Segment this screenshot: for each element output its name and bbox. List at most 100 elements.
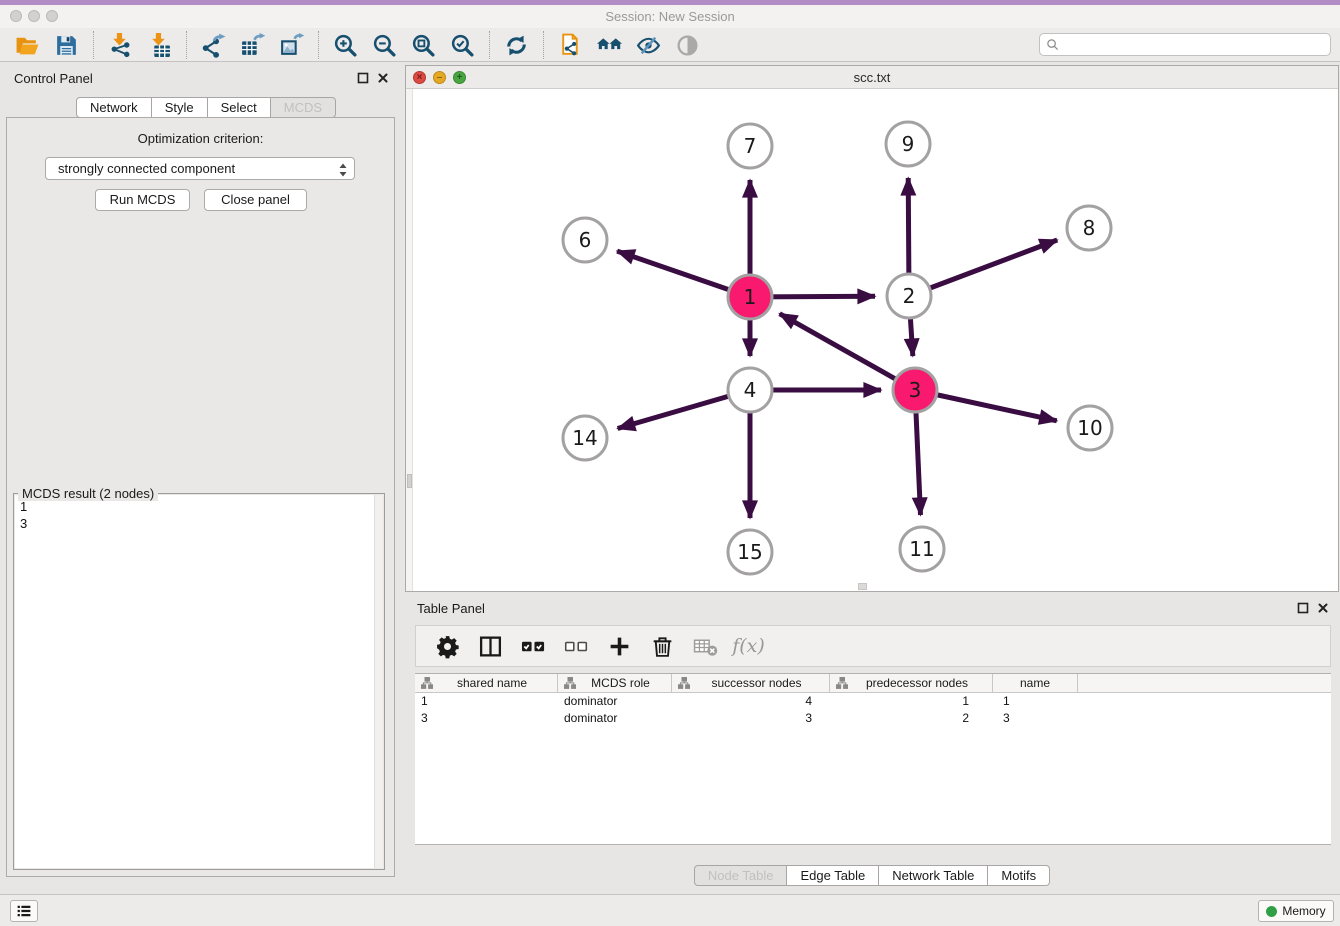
add-icon[interactable] [606, 633, 633, 660]
graph-node-11[interactable]: 11 [900, 527, 944, 571]
refresh-layout-icon[interactable] [503, 32, 530, 59]
close-panel-icon[interactable] [377, 72, 389, 84]
column-header-MCDS-role[interactable]: MCDS role [558, 674, 672, 692]
delete-icon[interactable] [649, 633, 676, 660]
edge-2-8[interactable] [909, 240, 1057, 296]
network-view-window: ×–+ scc.txt 7 9 6 8 1 2 4 3 14 10 15 11 [405, 65, 1339, 592]
graph-node-15[interactable]: 15 [728, 530, 772, 574]
svg-text:4: 4 [744, 378, 757, 402]
network-window-titlebar[interactable]: ×–+ scc.txt [406, 66, 1338, 89]
svg-text:9: 9 [902, 132, 915, 156]
tab-edge-table[interactable]: Edge Table [787, 865, 879, 886]
column-header-predecessor-nodes[interactable]: predecessor nodes [830, 674, 993, 692]
gear-icon[interactable] [434, 633, 461, 660]
zoom-in-icon[interactable] [332, 32, 359, 59]
toolbar-separator [318, 31, 319, 59]
list-icon [15, 902, 33, 920]
search-icon [1046, 38, 1059, 51]
mcds-panel: Optimization criterion: strongly connect… [6, 117, 395, 877]
close-panel-icon[interactable] [1317, 602, 1329, 614]
table-cell[interactable]: 3 [993, 710, 1078, 727]
status-bar: Memory [0, 894, 1340, 926]
search-input[interactable] [1059, 35, 1330, 54]
optimization-criterion-label: Optimization criterion: [7, 131, 394, 146]
graph-node-9[interactable]: 9 [886, 122, 930, 166]
hide-panel-icon[interactable] [635, 32, 662, 59]
graph-node-3[interactable]: 3 [893, 368, 937, 412]
select-all-icon[interactable] [520, 633, 547, 660]
table-cell[interactable]: dominator [558, 693, 672, 710]
search-box[interactable] [1039, 33, 1331, 56]
columns-icon[interactable] [477, 633, 504, 660]
svg-text:6: 6 [579, 228, 592, 252]
table-cell[interactable]: 2 [830, 710, 993, 727]
dropdown-stepper-icon [337, 160, 349, 178]
table-cell[interactable]: 4 [672, 693, 830, 710]
column-header-name[interactable]: name [993, 674, 1078, 692]
zoom-fit-icon[interactable] [410, 32, 437, 59]
run-mcds-button[interactable]: Run MCDS [95, 189, 190, 211]
mcds-result-group: 1 3 MCDS result (2 nodes) [13, 493, 385, 870]
main-toolbar [0, 28, 1340, 62]
export-network-icon[interactable] [200, 32, 227, 59]
clone-network-icon[interactable] [557, 32, 584, 59]
export-table-icon[interactable] [239, 32, 266, 59]
table-cell[interactable]: 3 [415, 710, 558, 727]
control-panel: Control Panel NetworkStyleSelectMCDS Opt… [0, 62, 401, 882]
application-window: Session: New Session Control Panel Netwo… [0, 0, 1340, 926]
network-window-title: scc.txt [406, 70, 1338, 85]
tab-network[interactable]: Network [76, 97, 152, 118]
graph-node-10[interactable]: 10 [1068, 406, 1112, 450]
save-icon[interactable] [53, 32, 80, 59]
eye-disabled-icon [674, 32, 701, 59]
task-history-button[interactable] [10, 900, 38, 922]
graph-node-7[interactable]: 7 [728, 124, 772, 168]
graph-node-14[interactable]: 14 [563, 416, 607, 460]
graph-node-1[interactable]: 1 [728, 275, 772, 319]
zoom-selected-icon[interactable] [449, 32, 476, 59]
table-cell[interactable]: 1 [993, 693, 1078, 710]
graph-node-6[interactable]: 6 [563, 218, 607, 262]
result-scrollbar[interactable] [374, 495, 383, 868]
hierarchy-icon [421, 677, 433, 689]
open-folder-icon[interactable] [14, 32, 41, 59]
graph-node-8[interactable]: 8 [1067, 206, 1111, 250]
import-table-icon[interactable] [146, 32, 173, 59]
horizontal-scroll-handle[interactable] [858, 583, 867, 590]
table-panel: Table Panel f(x) shared nameMCDS rolesuc… [405, 595, 1339, 889]
table-row[interactable]: 1dominator411 [415, 693, 1331, 710]
tab-motifs[interactable]: Motifs [988, 865, 1050, 886]
tab-style[interactable]: Style [152, 97, 208, 118]
vertical-scrollbar[interactable] [406, 89, 413, 591]
graph-node-2[interactable]: 2 [887, 274, 931, 318]
vertical-scroll-handle[interactable] [407, 474, 412, 488]
float-panel-icon[interactable] [1297, 602, 1309, 614]
table-toolbar: f(x) [415, 625, 1331, 667]
memory-button[interactable]: Memory [1258, 900, 1334, 922]
network-canvas[interactable]: 7 9 6 8 1 2 4 3 14 10 15 11 [406, 89, 1338, 591]
criterion-dropdown[interactable]: strongly connected component [45, 157, 355, 180]
export-image-icon[interactable] [278, 32, 305, 59]
table-cell[interactable]: 1 [830, 693, 993, 710]
mcds-result-textarea[interactable]: 1 3 [15, 495, 383, 868]
column-header-shared-name[interactable]: shared name [415, 674, 558, 692]
toolbar-separator [93, 31, 94, 59]
tab-network-table[interactable]: Network Table [879, 865, 988, 886]
svg-text:10: 10 [1077, 416, 1102, 440]
column-header-successor-nodes[interactable]: successor nodes [672, 674, 830, 692]
home-icon[interactable] [596, 32, 623, 59]
tab-node-table[interactable]: Node Table [694, 865, 788, 886]
table-row[interactable]: 3dominator323 [415, 710, 1331, 727]
deselect-all-icon[interactable] [563, 633, 590, 660]
table-body: 1dominator4113dominator323 [415, 693, 1331, 727]
tab-select[interactable]: Select [208, 97, 271, 118]
zoom-out-icon[interactable] [371, 32, 398, 59]
import-network-icon[interactable] [107, 32, 134, 59]
table-cell[interactable]: 1 [415, 693, 558, 710]
close-panel-button[interactable]: Close panel [204, 189, 307, 211]
table-cell[interactable]: dominator [558, 710, 672, 727]
float-panel-icon[interactable] [357, 72, 369, 84]
tab-mcds[interactable]: MCDS [271, 97, 336, 118]
table-cell[interactable]: 3 [672, 710, 830, 727]
graph-node-4[interactable]: 4 [728, 368, 772, 412]
